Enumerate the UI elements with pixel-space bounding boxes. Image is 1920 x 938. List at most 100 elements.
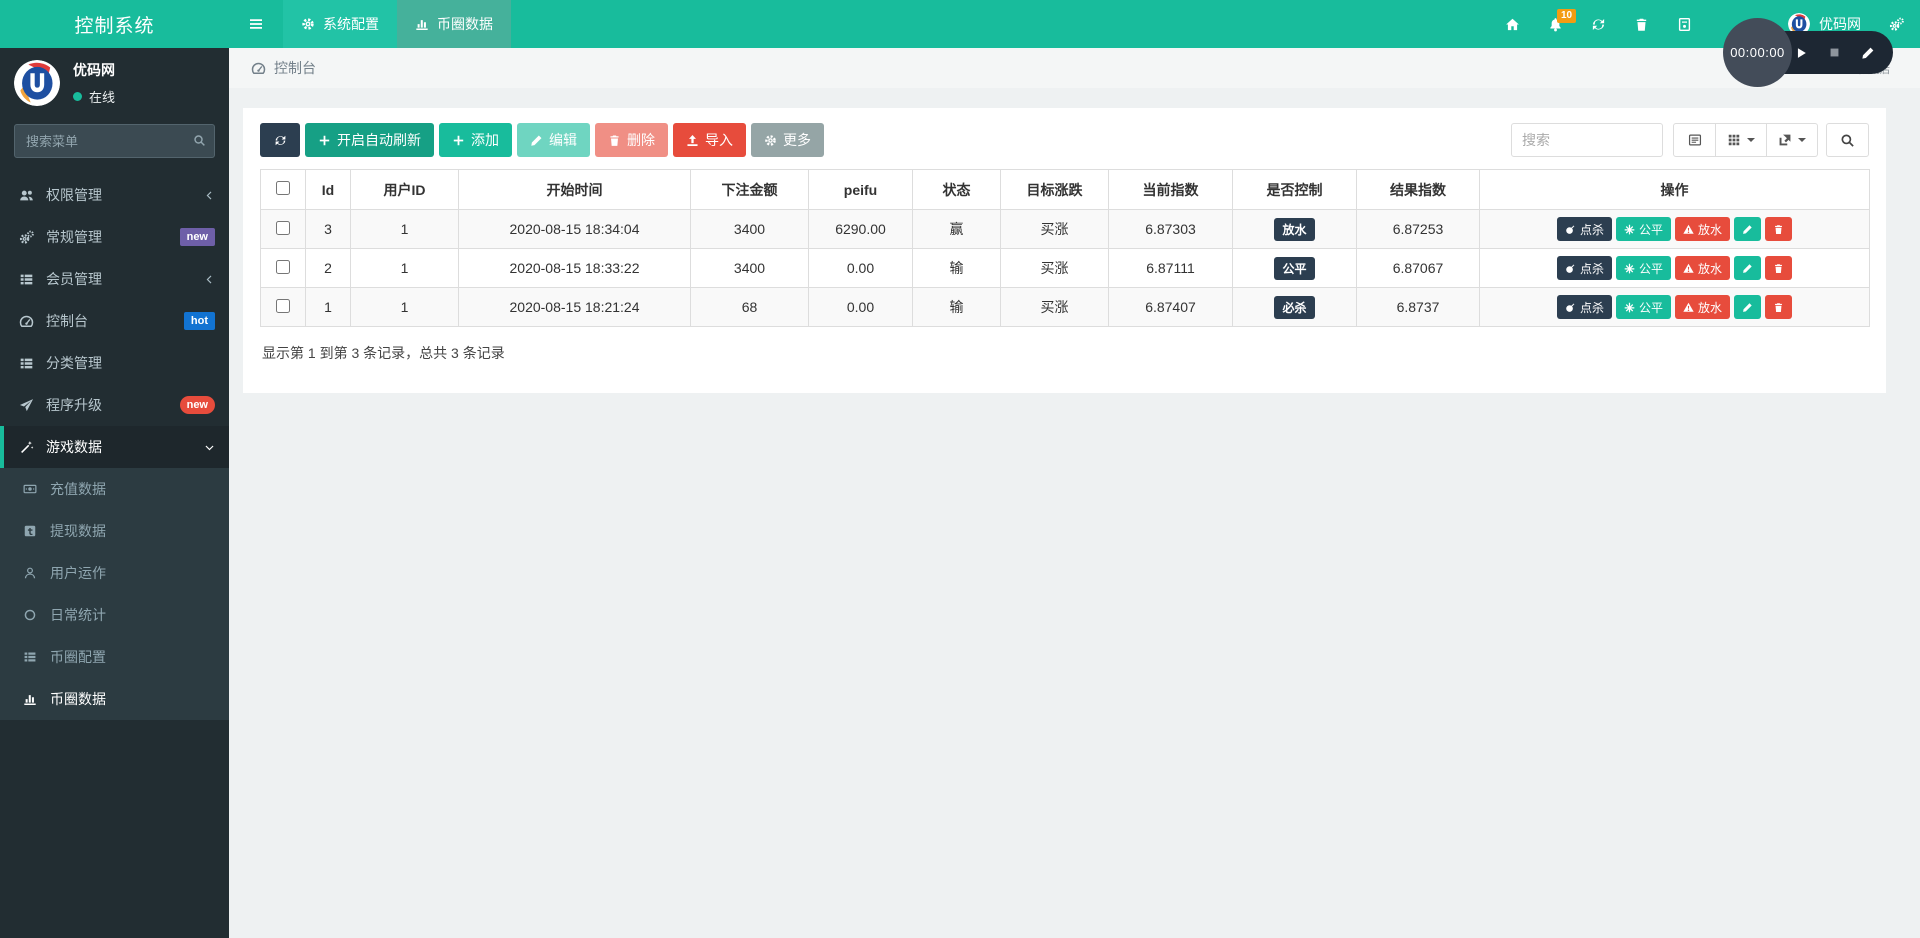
toolbar-right	[1511, 123, 1869, 157]
new-badge: new	[179, 395, 215, 415]
sidebar-subitem-withdraw-data[interactable]: 提现数据	[0, 510, 229, 552]
trash-icon	[1773, 302, 1784, 313]
sidebar-subitem-label: 用户运作	[50, 565, 106, 581]
header-peifu: peifu	[808, 169, 913, 210]
row-checkbox[interactable]	[276, 220, 290, 235]
refresh-table-button[interactable]	[260, 123, 300, 157]
sidebar-item-categories[interactable]: 分类管理	[0, 342, 229, 384]
cell-user-id: 1	[350, 248, 459, 288]
money-icon	[21, 482, 39, 496]
tab-system-config[interactable]: 系统配置	[283, 0, 397, 48]
export-button[interactable]	[1767, 123, 1818, 157]
warning-icon	[1683, 224, 1694, 235]
table-row: 3 1 2020-08-15 18:34:04 3400 6290.00 赢 买…	[260, 209, 1870, 249]
sidebar-subitem-label: 币圈数据	[50, 691, 106, 707]
row-checkbox[interactable]	[276, 298, 290, 313]
kill-button[interactable]: 点杀	[1556, 295, 1612, 319]
fan-icon	[1624, 302, 1635, 313]
warning-icon	[1683, 263, 1694, 274]
release-button[interactable]: 放水	[1675, 256, 1731, 280]
cache-button[interactable]	[1677, 17, 1692, 32]
tab-coin-data[interactable]: 币圈数据	[397, 0, 511, 48]
release-button[interactable]: 放水	[1675, 295, 1731, 319]
home-icon	[1505, 17, 1520, 32]
table-row: 2 1 2020-08-15 18:33:22 3400 0.00 输 买涨 6…	[260, 248, 1870, 288]
kill-button[interactable]: 点杀	[1556, 256, 1612, 280]
timer-stop-button[interactable]	[1827, 45, 1842, 60]
timer-play-button[interactable]	[1794, 46, 1808, 60]
header-target: 目标涨跌	[1000, 169, 1109, 210]
more-button[interactable]: 更多	[751, 123, 824, 157]
select-all-checkbox[interactable]	[276, 181, 290, 195]
sidebar-item-upgrade[interactable]: 程序升级 new	[0, 384, 229, 426]
user-outline-icon	[21, 566, 39, 580]
edit-row-button[interactable]	[1734, 217, 1762, 241]
table-row: 1 1 2020-08-15 18:21:24 68 0.00 输 买涨 6.8…	[260, 287, 1870, 327]
sidebar-item-label: 会员管理	[46, 271, 102, 287]
cell-id: 2	[305, 248, 351, 288]
bomb-icon	[1565, 302, 1576, 313]
delete-button[interactable]: 删除	[595, 123, 668, 157]
fair-button[interactable]: 公平	[1615, 295, 1671, 319]
sidebar-search-input[interactable]	[14, 124, 215, 158]
fair-button[interactable]: 公平	[1615, 256, 1671, 280]
sidebar-item-members[interactable]: 会员管理	[0, 258, 229, 300]
pencil-icon	[1861, 46, 1875, 60]
refresh-page-button[interactable]	[1591, 17, 1606, 32]
sidebar-toggle-button[interactable]	[229, 0, 283, 48]
add-button[interactable]: 添加	[439, 123, 512, 157]
cell-bet-amount: 68	[690, 287, 809, 327]
sidebar-item-label: 分类管理	[46, 355, 102, 371]
sidebar-subitem-recharge-data[interactable]: 充值数据	[0, 468, 229, 510]
timer-edit-button[interactable]	[1861, 46, 1875, 60]
search-icon[interactable]	[193, 134, 206, 147]
cell-actions: 点杀 公平 放水	[1479, 248, 1870, 288]
view-button-group	[1673, 123, 1818, 157]
import-button[interactable]: 导入	[673, 123, 746, 157]
sidebar-item-label: 常规管理	[46, 229, 102, 245]
breadcrumb: 控制台 游戏数据	[229, 48, 1920, 88]
auto-refresh-button[interactable]: 开启自动刷新	[305, 123, 434, 157]
sidebar-subitem-coin-config[interactable]: 币圈配置	[0, 636, 229, 678]
sidebar-item-game-data[interactable]: 游戏数据	[0, 426, 229, 468]
trash-icon	[1634, 17, 1649, 32]
delete-row-button[interactable]	[1765, 217, 1793, 241]
row-checkbox[interactable]	[276, 259, 290, 274]
sidebar-item-permissions[interactable]: 权限管理	[0, 174, 229, 216]
table-search-input[interactable]	[1511, 123, 1663, 157]
edit-row-button[interactable]	[1734, 256, 1762, 280]
sidebar-subitem-coin-data[interactable]: 币圈数据	[0, 678, 229, 720]
gear-icon	[301, 17, 315, 31]
delete-row-button[interactable]	[1765, 295, 1793, 319]
sidebar-subitem-daily-stats[interactable]: 日常统计	[0, 594, 229, 636]
export-icon	[1778, 133, 1792, 147]
notifications-button[interactable]: 10	[1548, 8, 1577, 32]
list-icon	[16, 272, 36, 287]
delete-row-button[interactable]	[1765, 256, 1793, 280]
kill-button[interactable]: 点杀	[1556, 217, 1612, 241]
sidebar-item-console[interactable]: 控制台 hot	[0, 300, 229, 342]
header-start-time: 开始时间	[458, 169, 691, 210]
cell-control: 必杀	[1232, 287, 1357, 327]
chevron-down-icon	[204, 442, 215, 453]
sidebar-item-general[interactable]: 常规管理 new	[0, 216, 229, 258]
toggle-view-button[interactable]	[1673, 123, 1716, 157]
toolbar: 开启自动刷新 添加 编辑 删除 导入 更多 搜索	[260, 123, 1869, 157]
fair-button[interactable]: 公平	[1615, 217, 1671, 241]
dashboard-icon	[16, 314, 36, 329]
release-button[interactable]: 放水	[1675, 217, 1731, 241]
sidebar-user-name: 优码网	[73, 62, 115, 78]
sidebar-subitem-user-operation[interactable]: 用户运作	[0, 552, 229, 594]
edit-button[interactable]: 编辑	[517, 123, 590, 157]
edit-row-button[interactable]	[1734, 295, 1762, 319]
home-button[interactable]	[1505, 17, 1520, 32]
plus-icon	[452, 134, 465, 147]
cell-current-index: 6.87407	[1108, 287, 1233, 327]
clear-trash-button[interactable]	[1634, 17, 1649, 32]
cell-select	[260, 287, 306, 327]
warning-icon	[1683, 302, 1694, 313]
header-actions: 操作	[1479, 169, 1870, 210]
columns-button[interactable]	[1716, 123, 1767, 157]
search-submit-button[interactable]	[1826, 123, 1869, 157]
hamburger-icon	[248, 16, 264, 32]
